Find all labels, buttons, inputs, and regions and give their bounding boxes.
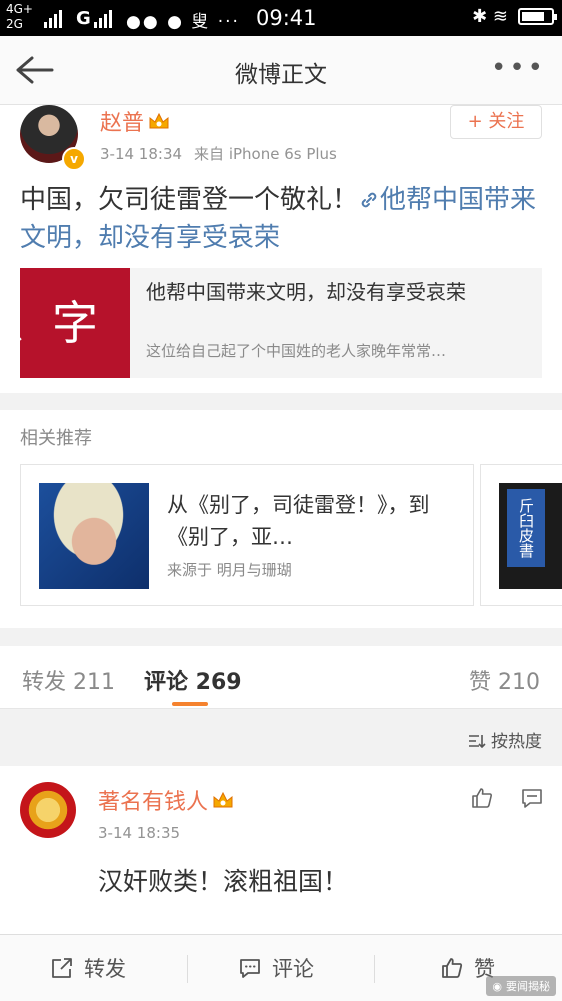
watermark-text: 要闻揭秘 <box>506 980 550 993</box>
like-icon <box>442 958 463 978</box>
related-heading: 相关推荐 <box>20 428 92 449</box>
sort-bar: 按热度 <box>0 709 562 765</box>
status-bar: 4G+ 2G G ●● ● 叟 ··· 09:41 ✱ ≋ <box>0 0 562 36</box>
more-options-icon[interactable]: ••• <box>491 55 546 81</box>
active-tab-indicator <box>172 702 208 706</box>
system-icons: ✱ ≋ <box>472 6 557 27</box>
verified-badge-icon: v <box>62 147 86 171</box>
sort-button[interactable]: 按热度 <box>468 727 542 752</box>
repost-label: 转发 <box>84 957 126 981</box>
comment-icon <box>240 959 260 978</box>
page-title: 微博正文 <box>235 62 327 88</box>
link-thumbnail-text: 、字 <box>20 296 98 350</box>
related-card-title: 从《别了，司徒雷登！》，到《别了，亚… <box>167 493 430 549</box>
related-card-2[interactable]: 斤臼皮書 <box>480 464 562 606</box>
bluetooth-wifi-icon: ✱ ≋ <box>472 6 508 27</box>
related-card-source: 来源于 明月与珊瑚 <box>167 561 292 579</box>
related-section: 相关推荐 从《别了，司徒雷登！》，到《别了，亚… 来源于 明月与珊瑚 斤臼皮書 <box>0 410 562 628</box>
network-top-label: 4G+ <box>6 2 33 16</box>
notification-icons: ●● ● 叟 ··· <box>126 12 240 32</box>
watermark: ◉ 要闻揭秘 <box>486 976 556 996</box>
repost-button[interactable]: 转发 <box>50 953 126 983</box>
carrier-label: G <box>76 8 91 29</box>
tab-reposts[interactable]: 转发 211 <box>22 664 115 696</box>
signal-icon-2 <box>94 6 112 28</box>
nav-bar: 微博正文 ••• <box>0 36 562 105</box>
post-time: 3-14 18:34 <box>100 145 183 163</box>
related-card[interactable]: 从《别了，司徒雷登！》，到《别了，亚… 来源于 明月与珊瑚 <box>20 464 474 606</box>
bottom-toolbar: 转发 评论 赞 <box>0 934 562 1001</box>
follow-button[interactable]: + 关注 <box>450 105 542 139</box>
network-bottom-label: 2G <box>6 17 23 31</box>
repost-icon <box>52 958 72 978</box>
clock: 09:41 <box>256 6 317 30</box>
comment-text: 汉奸败类！滚粗祖国！ <box>98 867 349 896</box>
battery-icon <box>518 8 557 25</box>
post-source: 来自 iPhone 6s Plus <box>194 145 337 163</box>
comment-time: 3-14 18:35 <box>98 824 181 842</box>
toolbar-divider <box>374 955 375 983</box>
related-thumbnail-2: 斤臼皮書 <box>499 483 562 589</box>
commenter-name[interactable]: 著名有钱人 <box>98 790 208 815</box>
post-body: 中国，欠司徒雷登一个敬礼！ 他帮中国带来文明，却没有享受哀荣 <box>20 181 544 257</box>
tab-likes[interactable]: 赞 210 <box>469 664 540 696</box>
weibo-post: v 赵普 3-14 18:34 来自 iPhone 6s Plus + 关注 中国… <box>0 105 562 393</box>
interaction-tabs: 转发 211 评论 269 赞 210 <box>0 646 562 709</box>
link-card-title: 他帮中国带来文明，却没有享受哀荣 <box>146 280 466 304</box>
sort-icon <box>468 735 486 749</box>
commenter-name-row[interactable]: 著名有钱人 <box>98 784 234 816</box>
comment-reply-icon[interactable] <box>520 786 544 810</box>
comment-item: 著名有钱人 3-14 18:35 汉奸败类！滚粗祖国！ <box>0 766 562 936</box>
link-card-description: 这位给自己起了个中国姓的老人家晚年常常… <box>146 342 447 360</box>
link-thumbnail: 、字 <box>20 268 130 378</box>
sort-label: 按热度 <box>491 732 542 752</box>
commenter-avatar[interactable] <box>20 782 76 838</box>
signal-icon <box>44 6 62 28</box>
toolbar-divider <box>187 955 188 983</box>
post-meta: 3-14 18:34 来自 iPhone 6s Plus <box>100 143 337 164</box>
network-indicator: 4G+ 2G <box>6 2 33 32</box>
comment-like-icon[interactable] <box>470 786 494 810</box>
tab-comments[interactable]: 评论 269 <box>144 664 242 696</box>
link-preview-card[interactable]: 、字 他帮中国带来文明，却没有享受哀荣 这位给自己起了个中国姓的老人家晚年常常… <box>20 268 542 378</box>
author-name-row[interactable]: 赵普 <box>100 105 170 137</box>
vip-crown-icon <box>149 112 169 129</box>
vip-crown-icon <box>213 791 233 808</box>
book-cover-text: 斤臼皮書 <box>507 489 545 567</box>
related-thumbnail <box>39 483 149 589</box>
wechat-icon: ◉ <box>492 979 502 993</box>
post-text: 中国，欠司徒雷登一个敬礼！ <box>20 185 359 215</box>
comment-label: 评论 <box>272 957 314 981</box>
author-name[interactable]: 赵普 <box>100 111 144 136</box>
comment-button[interactable]: 评论 <box>238 953 314 983</box>
link-icon <box>361 192 377 208</box>
